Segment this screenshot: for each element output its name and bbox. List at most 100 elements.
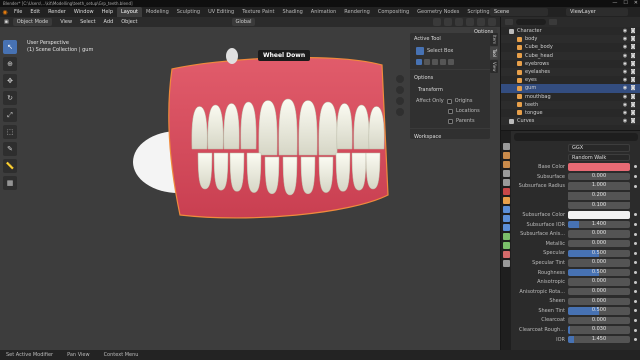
eye-icon[interactable]: ◉ [621, 69, 629, 75]
tool-tab-icon[interactable] [502, 143, 510, 150]
wireframe-shading-icon[interactable] [455, 18, 463, 26]
socket-dot-icon[interactable] [633, 213, 638, 217]
color-swatch[interactable] [568, 211, 630, 219]
tab-geometry-nodes[interactable]: Geometry Nodes [413, 7, 463, 17]
mode-extend-icon[interactable] [424, 59, 430, 65]
locations-checkbox[interactable] [448, 108, 453, 114]
object-tab-icon[interactable] [502, 197, 510, 204]
number-field[interactable]: 0.500 [568, 249, 630, 258]
select-box-tool-icon[interactable]: ↖ [3, 40, 17, 54]
affect-only-locations-row[interactable]: Locations [410, 106, 490, 116]
menu-add[interactable]: Add [100, 19, 118, 25]
orientation-dropdown[interactable]: Global [231, 18, 256, 26]
socket-dot-icon[interactable] [633, 309, 638, 313]
filter-icon[interactable] [549, 19, 557, 25]
display-mode-icon[interactable] [505, 19, 513, 25]
xray-icon[interactable] [444, 18, 452, 26]
camera-icon[interactable]: ◙ [629, 69, 637, 75]
outliner-item[interactable]: Character ◉ ◙ [501, 27, 640, 35]
outliner-item[interactable]: Cube_head ◉ ◙ [501, 51, 640, 60]
camera-icon[interactable]: ◙ [629, 28, 637, 34]
material-tab-icon[interactable] [502, 251, 510, 258]
eye-icon[interactable]: ◉ [621, 102, 629, 108]
eye-icon[interactable]: ◉ [621, 118, 629, 124]
camera-icon[interactable]: ◙ [629, 110, 637, 116]
camera-icon[interactable]: ◙ [629, 94, 637, 100]
number-field[interactable]: 0.000 [568, 239, 630, 248]
menu-object[interactable]: Object [117, 19, 141, 25]
active-tool-row[interactable]: Select Box [410, 45, 490, 57]
rotate-tool-icon[interactable]: ↻ [3, 91, 17, 105]
3d-viewport[interactable]: ↖ ⊕ ✥ ↻ ⤢ ⬚ ✎ 📏 ▦ User Perspective (1) S… [0, 27, 500, 350]
tab-modeling[interactable]: Modeling [142, 7, 173, 17]
mode-intersect-icon[interactable] [448, 59, 454, 65]
view-layer-selector[interactable]: ViewLayer [566, 8, 628, 16]
eye-icon[interactable]: ◉ [621, 77, 629, 83]
eye-icon[interactable]: ◉ [621, 110, 629, 116]
menu-edit[interactable]: Edit [26, 9, 44, 15]
camera-icon[interactable]: ◙ [629, 85, 637, 91]
socket-dot-icon[interactable] [633, 184, 638, 188]
parents-checkbox[interactable] [448, 118, 453, 124]
socket-dot-icon[interactable] [633, 251, 638, 255]
socket-dot-icon[interactable] [633, 175, 638, 179]
menu-select[interactable]: Select [76, 19, 99, 25]
tab-animation[interactable]: Animation [307, 7, 341, 17]
origins-checkbox[interactable] [446, 98, 452, 104]
mode-subtract-icon[interactable] [432, 59, 438, 65]
outliner-item[interactable]: teeth ◉ ◙ [501, 100, 640, 109]
camera-view-icon[interactable] [396, 97, 404, 105]
rendered-shading-icon[interactable] [488, 18, 496, 26]
constraints-tab-icon[interactable] [502, 233, 510, 240]
view-layer-tab-icon[interactable] [502, 170, 510, 177]
zoom-icon[interactable] [396, 75, 404, 83]
add-cube-tool-icon[interactable]: ▦ [3, 176, 17, 190]
mode-invert-icon[interactable] [440, 59, 446, 65]
socket-dot-icon[interactable] [633, 318, 638, 322]
socket-dot-icon[interactable] [633, 223, 638, 227]
workspace-header[interactable]: Workspace [410, 131, 490, 143]
distribution-dropdown[interactable]: GGX [568, 144, 630, 152]
camera-icon[interactable]: ◙ [629, 36, 637, 42]
eye-icon[interactable]: ◉ [621, 61, 629, 67]
outliner-item[interactable]: tongue ◉ ◙ [501, 109, 640, 117]
pan-icon[interactable] [396, 86, 404, 94]
number-field[interactable]: 1.450 [568, 335, 630, 344]
socket-dot-icon[interactable] [633, 232, 638, 236]
affect-only-parents-row[interactable]: Parents [410, 116, 490, 126]
socket-dot-icon[interactable] [633, 338, 638, 342]
eye-icon[interactable]: ◉ [621, 85, 629, 91]
tab-layout[interactable]: Layout [117, 7, 142, 17]
menu-help[interactable]: Help [98, 9, 117, 15]
eye-icon[interactable]: ◉ [621, 94, 629, 100]
camera-icon[interactable]: ◙ [629, 102, 637, 108]
transform-tool-icon[interactable]: ⬚ [3, 125, 17, 139]
number-field[interactable]: 0.500 [568, 307, 630, 315]
material-shading-icon[interactable] [477, 18, 485, 26]
tab-tool[interactable]: Tool [490, 47, 498, 59]
affect-only-origins-row[interactable]: Affect Only Origins [410, 96, 490, 106]
number-field[interactable]: 0.000 [568, 259, 630, 267]
outliner-item[interactable]: body ◉ ◙ [501, 35, 640, 44]
eye-icon[interactable]: ◉ [621, 28, 629, 34]
tab-view[interactable]: View [490, 59, 498, 74]
subsurface-method-dropdown[interactable]: Random Walk [568, 153, 630, 162]
solid-shading-icon[interactable] [466, 18, 474, 26]
socket-dot-icon[interactable] [633, 290, 638, 294]
eye-icon[interactable]: ◉ [621, 36, 629, 42]
tab-item[interactable]: Item [490, 33, 498, 47]
outliner-item[interactable]: Curves ◉ ◙ [501, 117, 640, 126]
cursor-tool-icon[interactable]: ⊕ [3, 57, 17, 71]
camera-icon[interactable]: ◙ [629, 118, 637, 124]
socket-dot-icon[interactable] [633, 328, 638, 332]
camera-icon[interactable]: ◙ [629, 44, 637, 50]
options-header[interactable]: Options [410, 72, 490, 84]
camera-icon[interactable]: ◙ [629, 77, 637, 83]
number-field[interactable]: 0.000 [568, 297, 630, 306]
socket-dot-icon[interactable] [633, 280, 638, 284]
tab-compositing[interactable]: Compositing [374, 7, 413, 17]
tab-texture-paint[interactable]: Texture Paint [238, 7, 278, 17]
camera-icon[interactable]: ◙ [629, 53, 637, 59]
physics-tab-icon[interactable] [502, 224, 510, 231]
number-field[interactable]: 0.000 [568, 278, 630, 286]
